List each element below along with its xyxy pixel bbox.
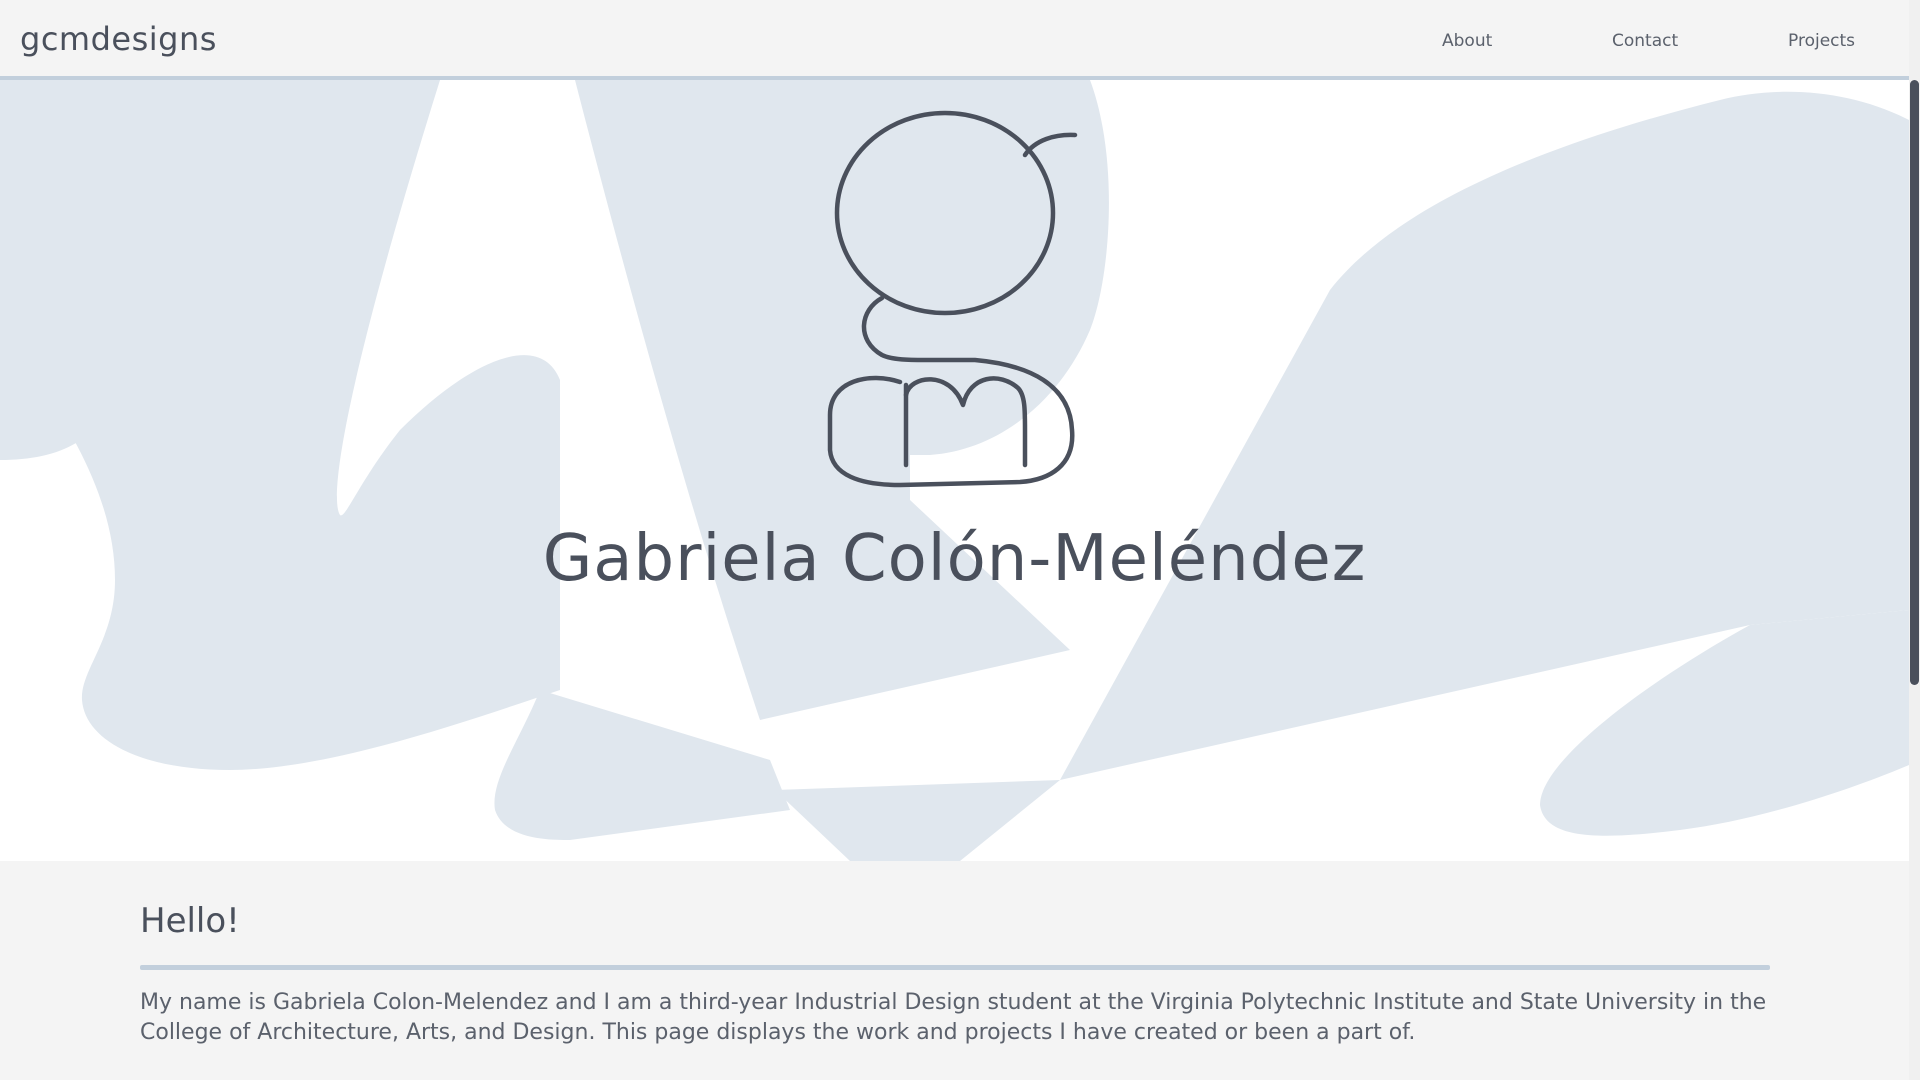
- about-heading: Hello!: [140, 901, 240, 941]
- section-divider: [140, 965, 1770, 970]
- brand-logo-text[interactable]: gcmdesigns: [20, 20, 217, 58]
- top-navbar: gcmdesigns About Contact Projects: [0, 0, 1909, 80]
- hero-section: Gabriela Colón-Meléndez: [0, 80, 1909, 861]
- nav-link-contact[interactable]: Contact: [1612, 31, 1678, 51]
- scrollbar-thumb[interactable]: [1910, 80, 1919, 685]
- gcm-monogram-logo: [827, 110, 1078, 488]
- hero-name-heading: Gabriela Colón-Meléndez: [542, 522, 1367, 596]
- nav-link-projects[interactable]: Projects: [1788, 31, 1855, 51]
- nav-link-about[interactable]: About: [1442, 31, 1492, 51]
- about-paragraph: My name is Gabriela Colon-Melendez and I…: [140, 990, 1767, 1045]
- about-section: Hello! My name is Gabriela Colon-Melende…: [0, 861, 1909, 1080]
